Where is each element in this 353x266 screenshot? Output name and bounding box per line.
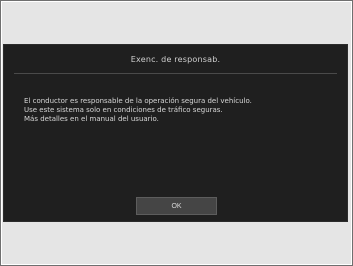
disclaimer-dialog: Exenc. de responsab. El conductor es res… bbox=[3, 44, 348, 222]
screen-frame: Exenc. de responsab. El conductor es res… bbox=[0, 0, 353, 266]
dialog-body: El conductor es responsable de la operac… bbox=[24, 97, 327, 124]
disclaimer-paragraph-3: Más detalles en el manual del usuario. bbox=[24, 115, 159, 123]
ok-button[interactable]: OK bbox=[136, 197, 217, 215]
dialog-divider bbox=[14, 73, 337, 74]
disclaimer-paragraph-2: Use este sistema solo en condiciones de … bbox=[24, 106, 223, 114]
disclaimer-paragraph-1: El conductor es responsable de la operac… bbox=[24, 97, 252, 105]
dialog-title: Exenc. de responsab. bbox=[130, 55, 221, 64]
